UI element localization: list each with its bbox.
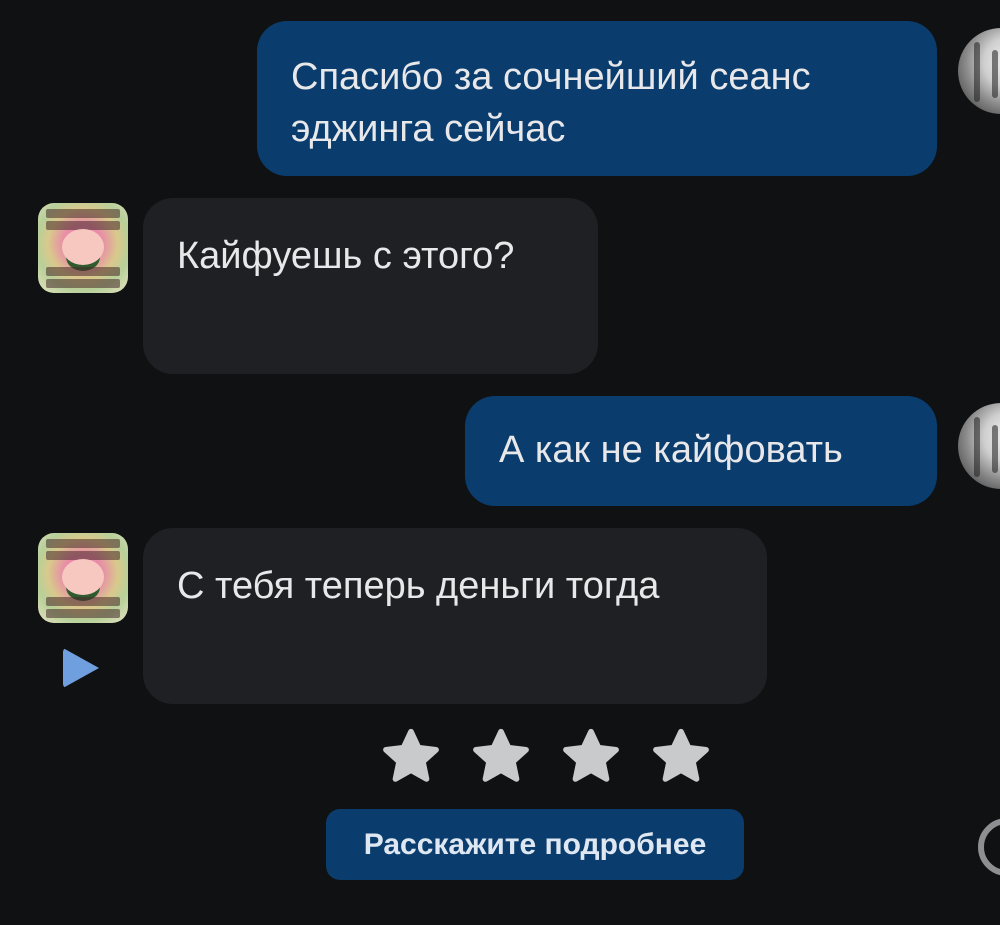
message-text: Спасибо за сочнейший сеанс эджинга сейча… [291, 56, 811, 150]
bot-avatar[interactable] [38, 533, 128, 623]
user-avatar[interactable] [958, 403, 1000, 489]
bot-avatar[interactable] [38, 203, 128, 293]
message-bubble-incoming[interactable]: Кайфуешь с этого? [143, 198, 598, 374]
message-text: Кайфуешь с этого? [177, 235, 515, 277]
star-icon[interactable] [380, 726, 442, 788]
message-bubble-outgoing[interactable]: А как не кайфовать [465, 396, 937, 506]
star-icon[interactable] [650, 726, 712, 788]
star-icon[interactable] [560, 726, 622, 788]
message-text: А как не кайфовать [499, 429, 843, 471]
tell-more-button[interactable]: Расскажите подробнее [326, 809, 744, 880]
user-avatar[interactable] [958, 28, 1000, 114]
message-bubble-outgoing[interactable]: Спасибо за сочнейший сеанс эджинга сейча… [257, 21, 937, 176]
chat-view: Спасибо за сочнейший сеанс эджинга сейча… [0, 0, 1000, 925]
scroll-ring-icon[interactable] [978, 818, 1000, 876]
message-bubble-incoming[interactable]: С тебя теперь деньги тогда [143, 528, 767, 704]
star-icon[interactable] [470, 726, 532, 788]
message-text: С тебя теперь деньги тогда [177, 565, 660, 607]
tell-more-button-label: Расскажите подробнее [363, 828, 707, 861]
play-icon[interactable] [63, 648, 99, 688]
rating-stars [380, 726, 712, 788]
